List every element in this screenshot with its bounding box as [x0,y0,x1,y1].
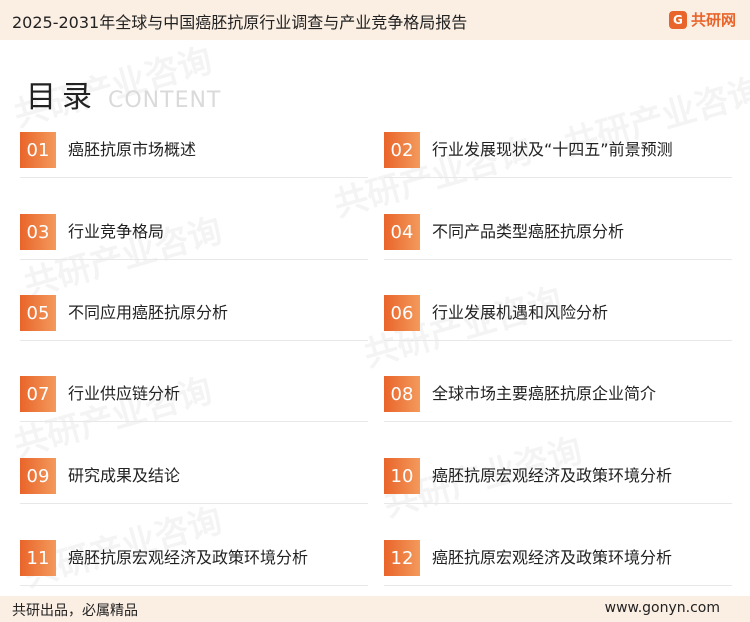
toc-item-label: 全球市场主要癌胚抗原企业简介 [432,384,657,403]
brand-logo-icon: G [668,10,687,29]
toc-item-label: 癌胚抗原市场概述 [68,140,197,159]
toc-number-badge: 02 [384,132,420,168]
toc-number-badge: 06 [384,295,420,331]
footer-bar: 共研出品，必属精品 www.gonyn.com [0,596,750,622]
toc-item-label: 行业发展机遇和风险分析 [432,303,609,322]
toc-number-badge: 07 [20,376,56,412]
toc-number-badge: 05 [20,295,56,331]
toc-item-06[interactable]: 06 行业发展机遇和风险分析 [384,285,732,341]
report-title: 2025-2031年全球与中国癌胚抗原行业调查与产业竞争格局报告 [12,13,468,32]
toc-number-badge: 03 [20,214,56,250]
toc-item-03[interactable]: 03 行业竞争格局 [20,204,368,260]
toc-item-10[interactable]: 10 癌胚抗原宏观经济及政策环境分析 [384,448,732,504]
toc-item-09[interactable]: 09 研究成果及结论 [20,448,368,504]
toc-number-badge: 10 [384,458,420,494]
toc-number-badge: 04 [384,214,420,250]
toc-item-07[interactable]: 07 行业供应链分析 [20,366,368,422]
toc-item-08[interactable]: 08 全球市场主要癌胚抗原企业简介 [384,366,732,422]
toc-heading-subtitle: CONTENT [108,88,222,113]
toc-item-label: 癌胚抗原宏观经济及政策环境分析 [432,466,673,485]
toc-item-05[interactable]: 05 不同应用癌胚抗原分析 [20,285,368,341]
toc-item-label: 行业竞争格局 [68,222,165,241]
toc-item-label: 行业发展现状及“十四五”前景预测 [432,140,673,159]
toc-heading-title: 目录 [26,80,98,115]
toc-number-badge: 12 [384,540,420,576]
toc-heading: 目录 CONTENT [26,72,221,116]
toc-item-label: 研究成果及结论 [68,466,181,485]
footer-website-link[interactable]: www.gonyn.com [605,600,720,616]
toc-number-badge: 09 [20,458,56,494]
toc-item-label: 癌胚抗原宏观经济及政策环境分析 [68,548,309,567]
toc-item-label: 癌胚抗原宏观经济及政策环境分析 [432,548,673,567]
brand-name: 共研网 [690,11,736,29]
toc-item-02[interactable]: 02 行业发展现状及“十四五”前景预测 [384,122,732,178]
toc-item-label: 行业供应链分析 [68,384,181,403]
footer-slogan: 共研出品，必属精品 [12,603,138,619]
toc-item-label: 不同产品类型癌胚抗原分析 [432,222,625,241]
toc-item-04[interactable]: 04 不同产品类型癌胚抗原分析 [384,204,732,260]
toc-item-label: 不同应用癌胚抗原分析 [68,303,229,322]
toc-number-badge: 11 [20,540,56,576]
brand-logo[interactable]: G 共研网 [668,9,736,30]
header-bar: 2025-2031年全球与中国癌胚抗原行业调查与产业竞争格局报告 G 共研网 [0,0,750,40]
toc-item-01[interactable]: 01 癌胚抗原市场概述 [20,122,368,178]
toc-item-12[interactable]: 12 癌胚抗原宏观经济及政策环境分析 [384,530,732,586]
toc-item-11[interactable]: 11 癌胚抗原宏观经济及政策环境分析 [20,530,368,586]
toc-number-badge: 01 [20,132,56,168]
toc-number-badge: 08 [384,376,420,412]
